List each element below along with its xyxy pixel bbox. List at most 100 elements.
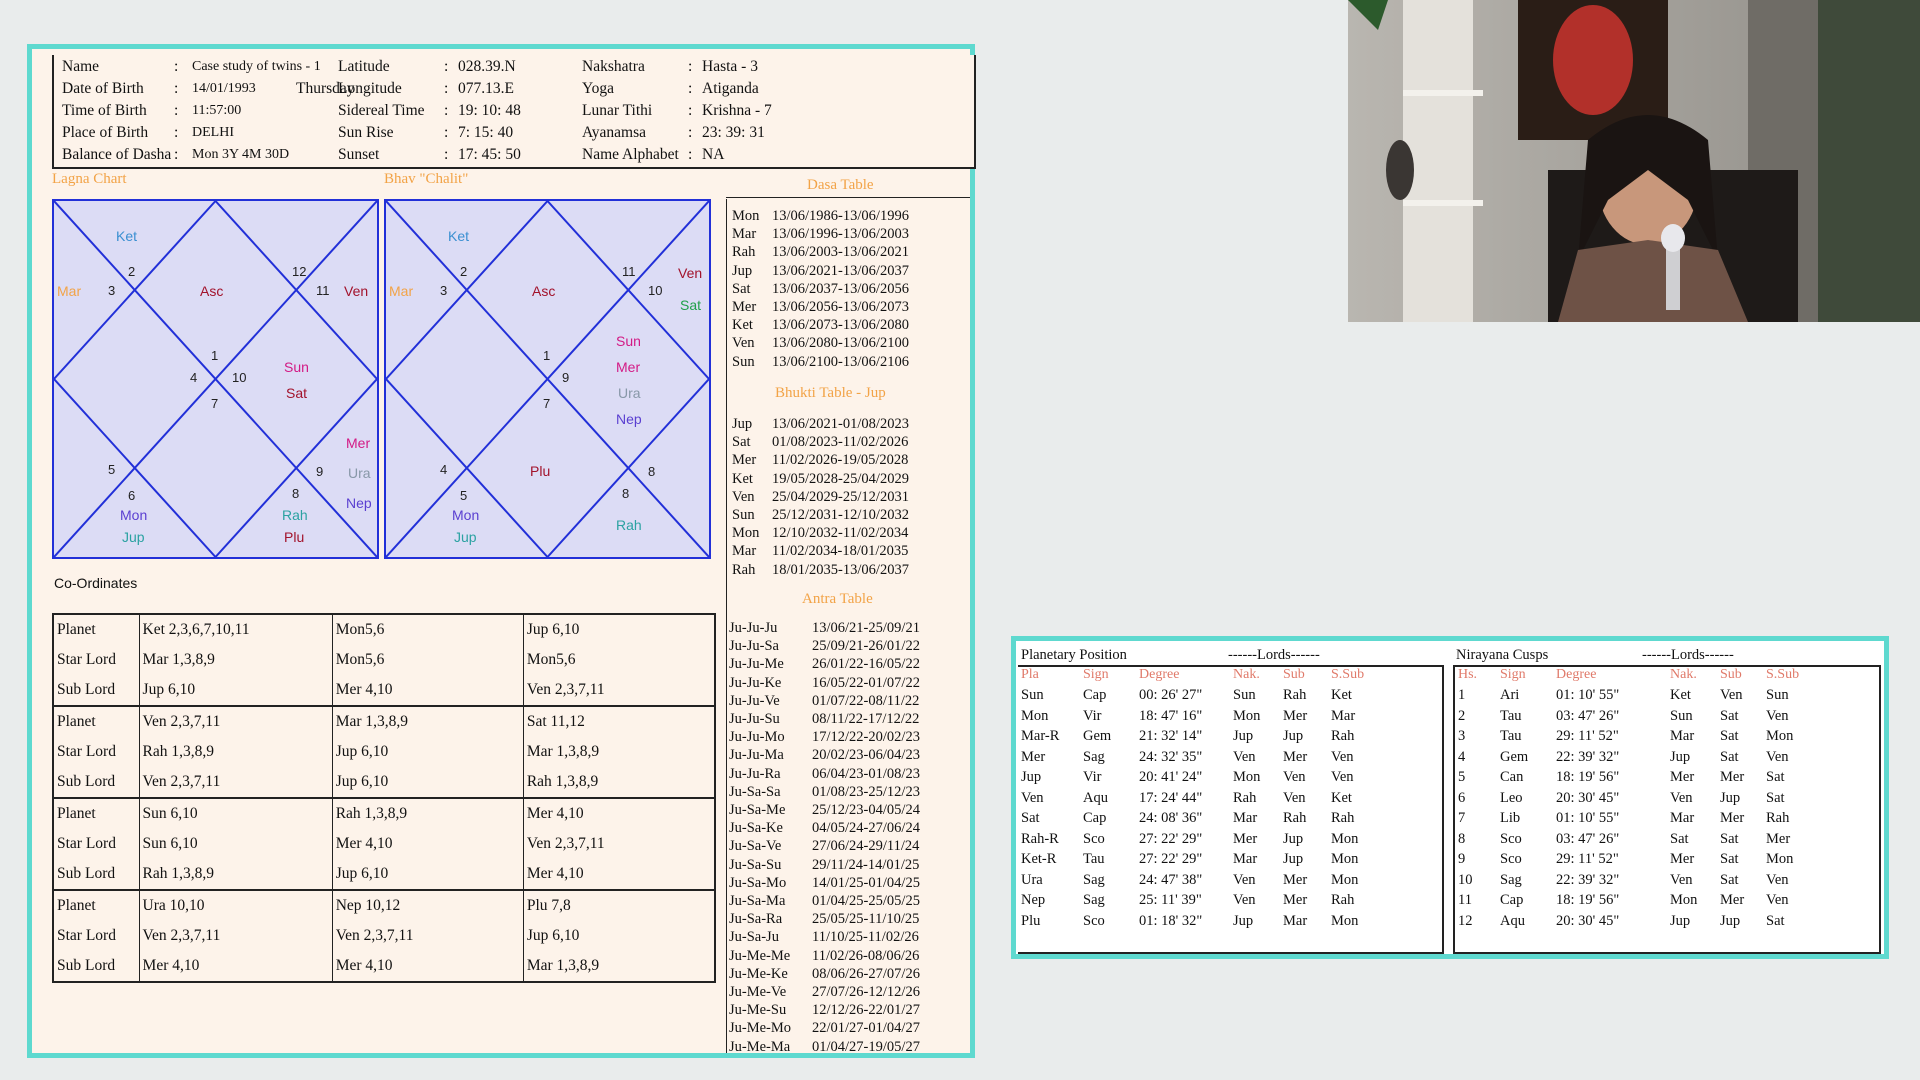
coordinates-cell: Sun 6,10 — [138, 829, 333, 859]
cusps-column-header: S.Sub — [1766, 667, 1800, 682]
lagna-house-num: 10 — [232, 370, 247, 385]
antra-period-dates: 01/04/25-25/05/25 — [812, 893, 920, 909]
bhukti-period-name: Sat — [732, 434, 751, 451]
dasa-period-name: Rah — [732, 244, 756, 261]
planetary-cell: 24: 08' 36" — [1139, 810, 1203, 826]
lagna-label-sun: Sun — [284, 359, 309, 375]
planetary-cell: Mer — [1021, 748, 1046, 765]
planetary-cell: 18: 47' 16" — [1139, 707, 1203, 724]
antra-period-dates: 25/12/23-04/05/24 — [812, 802, 920, 818]
planetary-cell: Sag — [1083, 892, 1105, 908]
planetary-cell: Jup — [1283, 728, 1304, 744]
header-label: Time of Birth — [62, 102, 147, 119]
planetary-cell: Sco — [1083, 830, 1105, 847]
webcam-video-feed — [1348, 0, 1920, 322]
dasa-period-name: Sat — [732, 280, 751, 297]
coordinates-cell: Sun 6,10 — [138, 797, 333, 829]
bhav-house-num: 5 — [460, 488, 468, 503]
coordinates-cell: Sat 11,12 — [522, 705, 716, 737]
cusps-cell: Ven — [1766, 707, 1789, 724]
header-colon: : — [688, 146, 693, 163]
cusps-cell: Mer — [1766, 830, 1791, 847]
lagna-house-num: 4 — [190, 370, 198, 385]
header-value: Krishna - 7 — [702, 102, 772, 119]
header-label: Nakshatra — [582, 58, 645, 75]
coordinates-cell: Planet — [52, 797, 140, 829]
coordinates-cell: Mer 4,10 — [331, 829, 524, 859]
header-value: 7: 15: 40 — [458, 124, 514, 141]
planetary-cell: Rah — [1233, 789, 1257, 806]
antra-period-dates: 04/05/24-27/06/24 — [812, 820, 920, 837]
cusps-cell: Sat — [1720, 748, 1739, 765]
lagna-label-ura: Ura — [348, 465, 371, 481]
antra-period-dates: 01/07/22-08/11/22 — [812, 692, 920, 709]
coordinates-cell: Mar 1,3,8,9 — [522, 951, 716, 982]
header-colon: : — [444, 146, 449, 163]
antra-period-dates: 26/01/22-16/05/22 — [812, 656, 920, 673]
bhav-chart-lines — [386, 201, 709, 557]
cusps-cell: 20: 30' 45" — [1556, 789, 1620, 806]
planetary-cell: Tau — [1083, 851, 1105, 867]
lagna-house-num: 1 — [211, 348, 219, 363]
lagna-house-num: 3 — [108, 283, 116, 298]
bhukti-period-dates: 19/05/2028-25/04/2029 — [772, 470, 909, 487]
coordinates-cell: Ket 2,3,6,7,10,11 — [138, 614, 333, 645]
cusps-cell: Sag — [1500, 871, 1522, 888]
antra-period-name: Ju-Me-Mo — [729, 1020, 792, 1037]
planetary-cell: Sag — [1083, 748, 1105, 765]
planetary-cell: Vir — [1083, 769, 1102, 785]
bhav-label-ket: Ket — [448, 228, 470, 244]
lagna-chart-title: Lagna Chart — [52, 171, 127, 187]
cusps-cell: 6 — [1458, 789, 1466, 806]
coordinates-row: Sub Lord Mer 4,10 Mer 4,10 Mar 1,3,8,9 — [52, 951, 716, 982]
antra-period-dates: 08/11/22-17/12/22 — [812, 711, 920, 727]
cusps-cell: 11 — [1458, 892, 1472, 908]
cusps-column-header: Degree — [1556, 667, 1597, 682]
bhav-label-mon: Mon — [452, 507, 480, 523]
coordinates-cell: Mon5,6 — [522, 645, 716, 675]
cusps-cell: Mar — [1670, 728, 1695, 744]
coordinates-cell: Ven 2,3,7,11 — [138, 921, 333, 951]
header-label: Yoga — [582, 80, 615, 97]
header-label: Name Alphabet — [582, 146, 679, 163]
antra-period-dates: 14/01/25-01/04/25 — [812, 874, 920, 891]
planetary-cell: Ven — [1233, 892, 1256, 908]
coordinates-row: Planet Ura 10,10 Nep 10,12 Plu 7,8 — [52, 889, 716, 921]
birth-details-header: Name: Case study of twins - 1 Date of Birt… — [52, 55, 976, 169]
planetary-cell: Sag — [1083, 871, 1105, 888]
planetary-cell: 01: 18' 32" — [1139, 912, 1203, 929]
dasa-period-dates: 13/06/2003-13/06/2021 — [772, 244, 909, 261]
coordinates-cell: Plu 7,8 — [522, 889, 716, 921]
header-colon: : — [688, 58, 693, 75]
bhukti-period-dates: 25/12/2031-12/10/2032 — [772, 507, 909, 523]
antra-period-name: Ju-Sa-Ve — [729, 838, 782, 855]
cusps-column-header: Sub — [1720, 667, 1742, 682]
planetary-cell: Jup — [1283, 851, 1304, 867]
planetary-cell: Ven — [1283, 769, 1306, 785]
bhav-house-num: 3 — [440, 283, 448, 298]
planetary-cell: Nep — [1021, 892, 1046, 908]
planetary-cell: Rah — [1283, 687, 1307, 703]
planetary-cell: Mon — [1233, 707, 1261, 724]
coordinates-cell: Star Lord — [52, 829, 140, 859]
lagna-house-num: 6 — [128, 488, 136, 503]
antra-period-name: Ju-Ju-Me — [729, 656, 784, 673]
cusps-cell: Mer — [1670, 851, 1695, 867]
planetary-cell: Rah — [1331, 810, 1355, 826]
antra-period-name: Ju-Ju-Mo — [729, 729, 785, 746]
header-colon: : — [688, 124, 693, 141]
planetary-cell: Ven — [1233, 748, 1256, 765]
planetary-cell: Rah — [1331, 728, 1355, 744]
planetary-cell: Mar — [1331, 707, 1356, 724]
bhukti-table-title: Bhukti Table - Jup — [775, 385, 886, 401]
coordinates-cell: Mer 4,10 — [331, 675, 524, 706]
planetary-cell: Rah — [1331, 892, 1355, 908]
antra-period-dates: 01/04/27-19/05/27 — [812, 1038, 920, 1055]
coordinates-row: Planet Ket 2,3,6,7,10,11 Mon5,6 Jup 6,10 — [52, 614, 716, 645]
planetary-cell: Gem — [1083, 728, 1112, 744]
header-colon: : — [444, 80, 449, 97]
dasa-period-name: Mar — [732, 226, 757, 243]
header-value: Hasta - 3 — [702, 58, 758, 75]
antra-period-dates: 11/10/25-11/02/26 — [812, 929, 919, 946]
bhukti-period-name: Jup — [732, 416, 753, 432]
